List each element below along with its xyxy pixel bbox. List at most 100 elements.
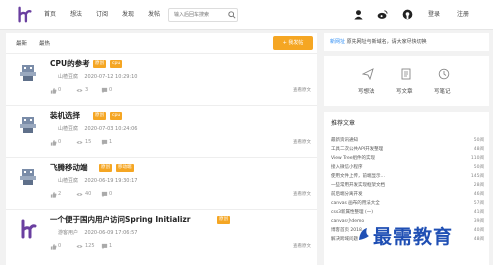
weibo-icon[interactable] xyxy=(377,9,388,20)
post-tag[interactable]: 原创 xyxy=(93,112,106,120)
like-icon[interactable] xyxy=(50,191,57,198)
comment-count: 0 xyxy=(109,191,113,197)
article-title[interactable]: 解决跨域问题 xyxy=(331,235,358,244)
list-item[interactable]: 工具二次公共API开发整理 48阅 xyxy=(331,145,484,154)
view-original-link[interactable]: 查看原文 xyxy=(293,191,311,198)
post-tag[interactable]: 原创 xyxy=(217,216,230,224)
avatar[interactable] xyxy=(17,166,39,188)
site-logo-icon[interactable] xyxy=(16,6,34,24)
list-item[interactable]: View Tree组件的实现 110阅 xyxy=(331,154,484,163)
user-icon[interactable] xyxy=(353,9,364,20)
register-link[interactable]: 注册 xyxy=(457,11,469,19)
view-count: 3 xyxy=(85,87,89,93)
article-count: 28阅 xyxy=(473,183,484,188)
list-item[interactable]: 飞腾移动端 原创 移动端 山楂豆腐 2020-06-19 19:30:17 2 … xyxy=(6,158,317,208)
list-item[interactable]: 最新资讯通知 50阅 xyxy=(331,136,484,145)
article-title[interactable]: css3新属性整理 (一) xyxy=(331,208,373,217)
write-note-button[interactable]: 写笔记 xyxy=(434,88,451,96)
nav-post[interactable]: 发帖 xyxy=(148,11,160,19)
list-item[interactable]: 一个便于国内用户访问Spring Initializr 原创 游客用户 2020… xyxy=(6,210,317,260)
nav-ideas[interactable]: 想法 xyxy=(70,11,82,19)
login-link[interactable]: 登录 xyxy=(428,11,440,19)
post-title[interactable]: CPU的参考 xyxy=(50,59,90,69)
article-count: 40阅 xyxy=(473,228,484,233)
article-title[interactable]: 一些常用开发实现框架文档 xyxy=(331,181,385,190)
post-date: 2020-06-09 17:06:57 xyxy=(84,230,138,236)
article-title[interactable]: canvas 画布的用法大全 xyxy=(331,199,380,208)
write-article-button[interactable]: 写文章 xyxy=(396,88,413,96)
article-title[interactable]: 最新资讯通知 xyxy=(331,136,358,145)
list-item[interactable]: 使用文件上传，前端显示… 145阅 xyxy=(331,172,484,181)
comment-icon[interactable] xyxy=(101,139,108,146)
post-meta: 山楂豆腐 2020-06-19 19:30:17 xyxy=(58,178,137,185)
article-count: 48阅 xyxy=(473,237,484,242)
view-original-link[interactable]: 查看原文 xyxy=(293,139,311,146)
post-tag[interactable]: 原创 xyxy=(93,60,106,68)
post-feed: 最新 最热 + 我发帖 CPU的参考 原创 cpu 山楂豆腐 2020-07-1… xyxy=(6,33,317,265)
post-author[interactable]: 山楂豆腐 xyxy=(58,178,78,184)
comment-icon[interactable] xyxy=(101,87,108,94)
nav-discover[interactable]: 发现 xyxy=(122,11,134,19)
list-item[interactable]: 接入微信小程序 50阅 xyxy=(331,163,484,172)
post-tag[interactable]: cpu xyxy=(110,60,123,68)
post-author[interactable]: 山楂豆腐 xyxy=(58,126,78,132)
post-title[interactable]: 装机选择 xyxy=(50,111,80,121)
github-icon[interactable] xyxy=(402,9,413,20)
nav-subscribe[interactable]: 订阅 xyxy=(96,11,108,19)
article-count: 50阅 xyxy=(473,138,484,143)
post-meta: 山楂豆腐 2020-07-03 10:24:06 xyxy=(58,126,137,133)
post-tag[interactable]: 移动端 xyxy=(116,164,134,172)
list-item[interactable]: CPU的参考 原创 cpu 山楂豆腐 2020-07-12 10:29:10 0… xyxy=(6,54,317,104)
clock-icon[interactable] xyxy=(438,68,450,80)
post-author[interactable]: 山楂豆腐 xyxy=(58,74,78,80)
post-author[interactable]: 游客用户 xyxy=(58,230,78,236)
post-tag[interactable]: 原创 xyxy=(99,164,112,172)
like-count: 0 xyxy=(58,243,62,249)
new-post-button[interactable]: + 我发帖 xyxy=(273,36,313,50)
avatar[interactable] xyxy=(17,114,39,136)
post-tag[interactable]: cpu xyxy=(110,112,123,120)
view-count: 15 xyxy=(85,139,92,145)
comment-icon[interactable] xyxy=(101,243,108,250)
post-date: 2020-07-12 10:29:10 xyxy=(84,74,138,80)
comment-icon[interactable] xyxy=(101,191,108,198)
view-icon xyxy=(76,244,83,249)
post-title[interactable]: 飞腾移动端 xyxy=(50,163,88,173)
article-title[interactable]: 使用文件上传，前端显示… xyxy=(331,172,385,181)
comment-count: 1 xyxy=(109,243,113,249)
like-icon[interactable] xyxy=(50,87,57,94)
list-item[interactable]: canvas 画布的用法大全 57阅 xyxy=(331,199,484,208)
avatar[interactable] xyxy=(17,218,39,240)
article-title[interactable]: View Tree组件的实现 xyxy=(331,154,375,163)
view-original-link[interactable]: 查看原文 xyxy=(293,243,311,250)
filter-hottest[interactable]: 最热 xyxy=(39,40,50,48)
write-idea-button[interactable]: 写想法 xyxy=(358,88,375,96)
send-icon[interactable] xyxy=(362,68,374,80)
article-title[interactable]: 工具二次公共API开发整理 xyxy=(331,145,383,154)
notice-text: 原先网址与新域名，请大家尽快切换 xyxy=(346,39,427,45)
list-item[interactable]: 装机选择 原创 cpu 山楂豆腐 2020-07-03 10:24:06 0 1… xyxy=(6,106,317,156)
like-icon[interactable] xyxy=(50,243,57,250)
list-item[interactable]: css3新属性整理 (一) 41阅 xyxy=(331,208,484,217)
post-meta: 游客用户 2020-06-09 17:06:57 xyxy=(58,230,137,237)
like-count: 0 xyxy=(58,87,62,93)
article-title[interactable]: 接入微信小程序 xyxy=(331,163,363,172)
notice-link[interactable]: 新网址 xyxy=(330,39,345,45)
article-title[interactable]: canvas小demo xyxy=(331,217,364,226)
like-icon[interactable] xyxy=(50,139,57,146)
view-original-link[interactable]: 查看原文 xyxy=(293,87,311,94)
document-icon[interactable] xyxy=(400,68,412,80)
list-item[interactable]: 一些常用开发实现框架文档 28阅 xyxy=(331,181,484,190)
filter-latest[interactable]: 最新 xyxy=(16,40,27,48)
article-title[interactable]: 前后端分离开发 xyxy=(331,190,363,199)
article-count: 110阅 xyxy=(470,156,484,161)
article-count: 57阅 xyxy=(473,201,484,206)
search-icon[interactable] xyxy=(228,11,236,19)
top-navbar: 首页 想法 订阅 发现 发帖 登录 注册 xyxy=(0,0,493,30)
view-count: 40 xyxy=(85,191,92,197)
article-count: 41阅 xyxy=(473,210,484,215)
nav-home[interactable]: 首页 xyxy=(44,11,56,19)
avatar[interactable] xyxy=(17,62,39,84)
list-item[interactable]: 前后端分离开发 46阅 xyxy=(331,190,484,199)
post-title[interactable]: 一个便于国内用户访问Spring Initializr xyxy=(50,215,190,225)
